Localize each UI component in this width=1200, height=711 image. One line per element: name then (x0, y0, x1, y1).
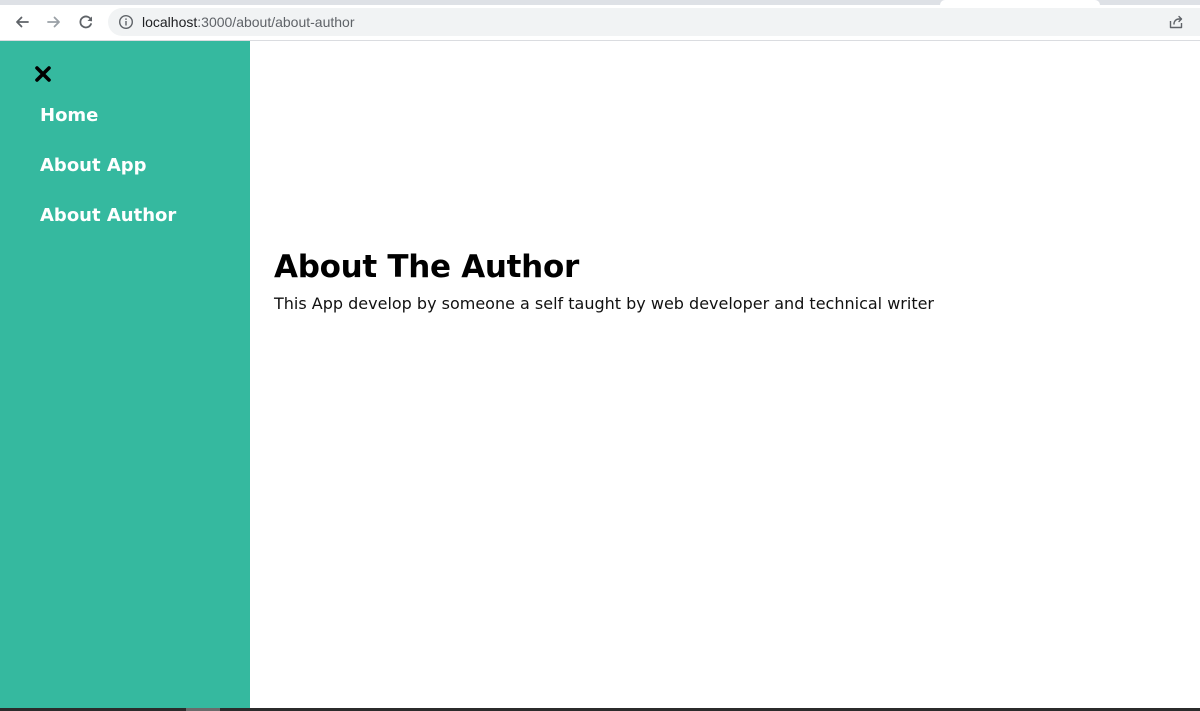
page-description: This App develop by someone a self taugh… (274, 294, 935, 313)
forward-button[interactable] (43, 11, 65, 33)
address-bar[interactable]: localhost:3000/about/about-author (108, 8, 1200, 36)
reload-icon (79, 15, 93, 29)
sidebar: Home About App About Author (0, 41, 250, 708)
active-tab[interactable] (940, 0, 1100, 5)
tab-strip (0, 0, 1200, 5)
sidebar-item-home[interactable]: Home (40, 103, 176, 153)
arrow-left-icon (16, 16, 29, 28)
sidebar-item-about-app[interactable]: About App (40, 153, 176, 203)
reload-button[interactable] (75, 11, 97, 33)
close-icon[interactable] (34, 65, 52, 83)
main-content: About The Author This App develop by som… (250, 41, 1200, 708)
back-button[interactable] (11, 11, 33, 33)
sidebar-nav: Home About App About Author (40, 103, 176, 253)
browser-toolbar: localhost:3000/about/about-author (0, 0, 1200, 41)
page-title: About The Author (274, 249, 579, 285)
info-icon[interactable] (118, 14, 134, 30)
arrow-right-icon (47, 16, 60, 28)
share-icon[interactable] (1168, 14, 1184, 30)
sidebar-item-about-author[interactable]: About Author (40, 203, 176, 253)
url-host: localhost (142, 14, 198, 30)
url-text[interactable]: localhost:3000/about/about-author (142, 14, 355, 30)
url-path: :3000/about/about-author (197, 14, 355, 30)
